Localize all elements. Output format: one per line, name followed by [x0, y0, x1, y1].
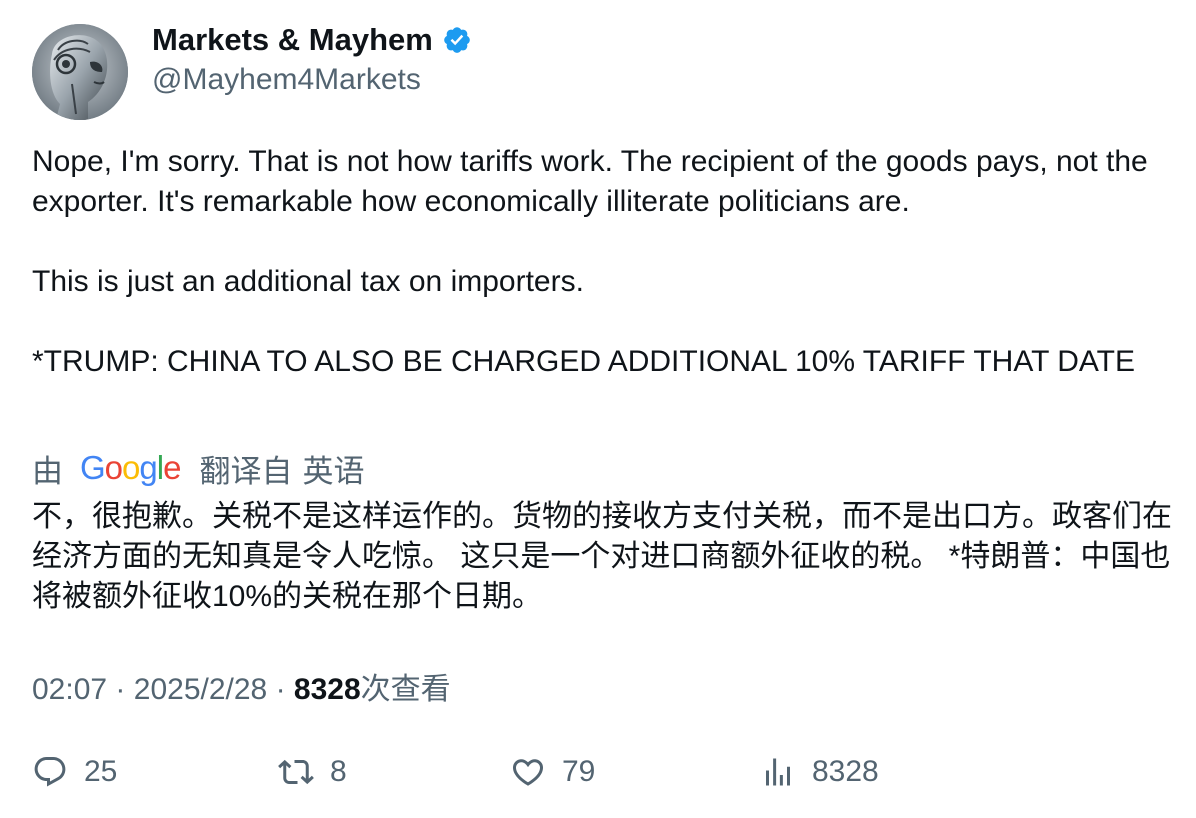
source-language: 英语 — [302, 453, 365, 489]
author-name-row[interactable]: Markets & Mayhem — [152, 22, 472, 58]
tweet-date[interactable]: 2025/2/28 — [134, 673, 267, 706]
analytics-icon — [766, 758, 790, 786]
tweet-text: Nope, I'm sorry. That is not how tariffs… — [32, 142, 1172, 382]
views-button[interactable]: 8328 — [760, 748, 879, 796]
author-name[interactable]: Markets & Mayhem — [152, 22, 433, 58]
reply-icon — [34, 757, 66, 787]
like-button[interactable]: 79 — [510, 748, 595, 796]
tweet-paragraph: *TRUMP: CHINA TO ALSO BE CHARGED ADDITIO… — [32, 345, 1136, 378]
google-logo: Google — [80, 449, 181, 486]
tweet-paragraph: This is just an additional tax on import… — [32, 265, 584, 298]
translation-by-label: 由 — [32, 453, 63, 489]
heart-icon — [512, 759, 544, 786]
author-handle[interactable]: @Mayhem4Markets — [152, 63, 421, 97]
translated-from-label: 翻译自 — [199, 453, 293, 489]
retweet-button[interactable]: 8 — [278, 748, 347, 796]
robot-head-avatar-icon — [32, 24, 128, 120]
views-label: 次查看 — [360, 673, 451, 706]
views-action-count: 8328 — [812, 755, 879, 788]
tweet-time[interactable]: 02:07 — [32, 673, 107, 706]
meta-separator: · — [275, 673, 286, 706]
reply-button[interactable]: 25 — [32, 748, 117, 796]
meta-separator: · — [115, 673, 126, 706]
avatar[interactable] — [32, 24, 128, 120]
retweet-icon — [278, 759, 314, 785]
translation-attribution[interactable]: 由 Google 翻译自 英语 — [32, 446, 364, 490]
tweet-meta: 02:07 · 2025/2/28 · 8328次查看 — [32, 664, 451, 708]
like-count: 79 — [562, 755, 596, 788]
verified-badge-icon — [444, 27, 470, 53]
reply-count: 25 — [84, 755, 118, 788]
action-bar: 25 8 79 8328 — [32, 748, 1172, 796]
tweet-paragraph: Nope, I'm sorry. That is not how tariffs… — [32, 145, 1148, 218]
retweet-count: 8 — [330, 755, 347, 788]
translated-text: 不，很抱歉。关税不是这样运作的。货物的接收方支付关税，而不是出口方。政客们在经济… — [32, 500, 1172, 613]
views-count: 8328 — [293, 673, 361, 706]
